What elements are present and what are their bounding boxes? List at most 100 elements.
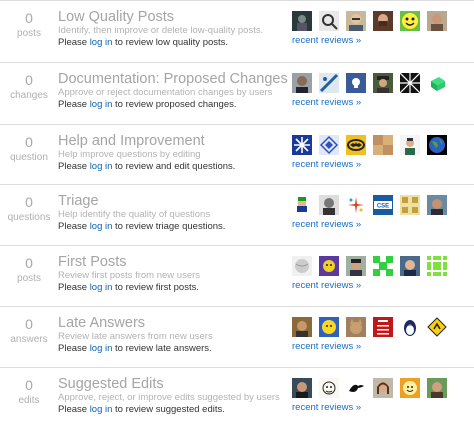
avatar-black-bird[interactable] [346,378,366,398]
queue-description: Review first posts from new users [58,270,201,281]
review-queue-row: 0 posts First Posts Review first posts from… [0,245,474,304]
action-suffix: to review first posts. [112,282,199,293]
avatar-man-dark[interactable] [292,73,312,93]
avatar-warning-sign[interactable] [427,317,447,337]
recent-reviews-link[interactable]: recent reviews » [292,341,361,353]
recent-reviews-link[interactable]: recent reviews » [292,280,361,292]
recent-reviews-link[interactable]: recent reviews » [292,35,361,47]
avatar-woman-brown[interactable] [373,378,393,398]
action-suffix: to review triage questions. [112,221,226,232]
avatar-purple-cartoon[interactable] [319,256,339,276]
action-prefix: Please [58,161,90,172]
avatar-man-tan[interactable] [292,317,312,337]
avatar-earth[interactable] [427,135,447,155]
avatar-yellow-pattern[interactable] [400,195,420,215]
queue-action-text: Please log in to review and edit questio… [58,161,235,173]
avatar-man-beard[interactable] [373,11,393,31]
action-suffix: to review suggested edits. [112,404,225,415]
row-divider [0,306,474,307]
queue-description: Help improve questions by editing [58,149,201,160]
action-suffix: to review proposed changes. [112,99,237,110]
review-queue-row: 0 posts Low Quality Posts Identify, then im… [0,0,474,59]
queue-action-text: Please log in to review late answers. [58,343,212,355]
log-in-link[interactable]: log in [90,161,113,172]
avatar-orange-cartoon[interactable] [400,378,420,398]
avatar-batman[interactable] [346,135,366,155]
reviewer-avatars [292,378,472,400]
queue-description: Identify, then improve or delete low-qua… [58,25,264,36]
avatar-man-white[interactable] [400,135,420,155]
queue-title[interactable]: Documentation: Proposed Changes [58,70,288,88]
review-queue-row: 0 answers Late Answers Review late answers … [0,306,474,365]
action-suffix: to review and edit questions. [112,161,236,172]
avatar-bw-portrait[interactable] [319,195,339,215]
avatar-man-glasses[interactable] [346,11,366,31]
avatar-man-portrait[interactable] [427,11,447,31]
action-prefix: Please [58,37,90,48]
queue-count: 0 [25,316,33,332]
avatar-geometric-blue[interactable] [319,135,339,155]
avatar-man-smile[interactable] [427,195,447,215]
row-divider [0,367,474,368]
queue-title[interactable]: First Posts [58,253,126,271]
avatar-blue-diagonal[interactable] [319,73,339,93]
avatar-man-light[interactable] [400,256,420,276]
log-in-link[interactable]: log in [90,221,113,232]
avatar-green-tiles[interactable] [373,256,393,276]
avatar-skull-flag[interactable] [346,73,366,93]
review-queue-row: 0 question Help and Improvement Help improv… [0,124,474,183]
action-prefix: Please [58,221,90,232]
row-divider [0,184,474,185]
avatar-cat[interactable] [346,317,366,337]
log-in-link[interactable]: log in [90,343,113,354]
log-in-link[interactable]: log in [90,404,113,415]
avatar-white-ball[interactable] [292,256,312,276]
avatar-man-hat[interactable] [373,73,393,93]
log-in-link[interactable]: log in [90,37,113,48]
avatar-tan-pattern[interactable] [373,135,393,155]
review-queue-row: 0 edits Suggested Edits Approve, reject, or… [0,367,474,421]
avatar-green-pattern[interactable] [427,256,447,276]
queue-title[interactable]: Triage [58,192,99,210]
avatar-green-smiley[interactable] [400,11,420,31]
avatar-color-sparkle[interactable] [346,195,366,215]
avatar-magnifier[interactable] [319,11,339,31]
avatar-penguin[interactable] [400,317,420,337]
recent-reviews-link[interactable]: recent reviews » [292,97,361,109]
row-divider [0,62,474,63]
queue-count-unit: changes [10,90,48,101]
reviewer-avatars: CSE [292,195,472,217]
avatar-luigi[interactable] [292,195,312,215]
queue-count: 0 [25,255,33,271]
avatar-man-photo[interactable] [292,378,312,398]
avatar-cse[interactable]: CSE [373,195,393,215]
recent-reviews-link[interactable]: recent reviews » [292,402,361,414]
avatar-man-dark-hair[interactable] [346,256,366,276]
avatar-man-outdoors[interactable] [427,378,447,398]
avatar-keep-calm[interactable] [373,317,393,337]
queue-count-unit: answers [10,334,48,345]
avatar-yellow-cartoon[interactable] [319,317,339,337]
queue-title[interactable]: Low Quality Posts [58,8,174,26]
log-in-link[interactable]: log in [90,282,113,293]
avatar-dark-figure[interactable] [292,11,312,31]
action-prefix: Please [58,99,90,110]
queue-description: Help identify the quality of questions [58,209,211,220]
recent-reviews-link[interactable]: recent reviews » [292,159,361,171]
reviewer-avatars [292,317,472,339]
queue-count-unit: edits [18,395,40,406]
avatar-black-pattern[interactable] [400,73,420,93]
queue-title[interactable]: Late Answers [58,314,145,332]
action-prefix: Please [58,343,90,354]
reviewer-avatars [292,11,472,33]
queue-title[interactable]: Help and Improvement [58,132,205,150]
recent-reviews-link[interactable]: recent reviews » [292,219,361,231]
queue-action-text: Please log in to review first posts. [58,282,199,294]
avatar-blue-snowflake[interactable] [292,135,312,155]
queue-description: Review late answers from new users [58,331,213,342]
queue-description: Approve or reject documentation changes … [58,87,273,98]
avatar-green-cube[interactable] [427,73,447,93]
queue-title[interactable]: Suggested Edits [58,375,164,393]
avatar-sketch-face[interactable] [319,378,339,398]
log-in-link[interactable]: log in [90,99,113,110]
